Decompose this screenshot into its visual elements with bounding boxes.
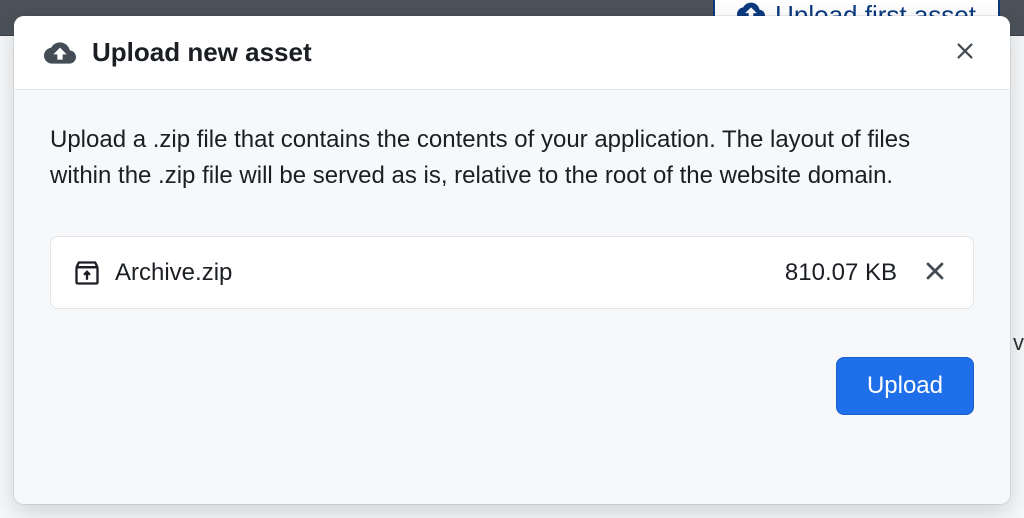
close-icon (954, 40, 976, 65)
file-name: Archive.zip (115, 259, 785, 287)
modal-footer: Upload (50, 309, 974, 415)
remove-file-button[interactable] (919, 255, 951, 290)
upload-button[interactable]: Upload (836, 357, 974, 415)
file-size: 810.07 KB (785, 259, 897, 287)
archive-file-icon (73, 259, 101, 287)
cloud-upload-icon (44, 37, 76, 69)
backdrop-partial-text: v (1013, 330, 1024, 356)
instructions-text: Upload a .zip file that contains the con… (50, 122, 974, 194)
x-icon (923, 259, 947, 286)
modal-header: Upload new asset (14, 16, 1010, 90)
file-row: Archive.zip 810.07 KB (50, 236, 974, 309)
modal-title: Upload new asset (92, 37, 948, 68)
close-button[interactable] (948, 34, 982, 71)
upload-asset-modal: Upload new asset Upload a .zip file that… (14, 16, 1010, 504)
modal-body: Upload a .zip file that contains the con… (14, 90, 1010, 504)
